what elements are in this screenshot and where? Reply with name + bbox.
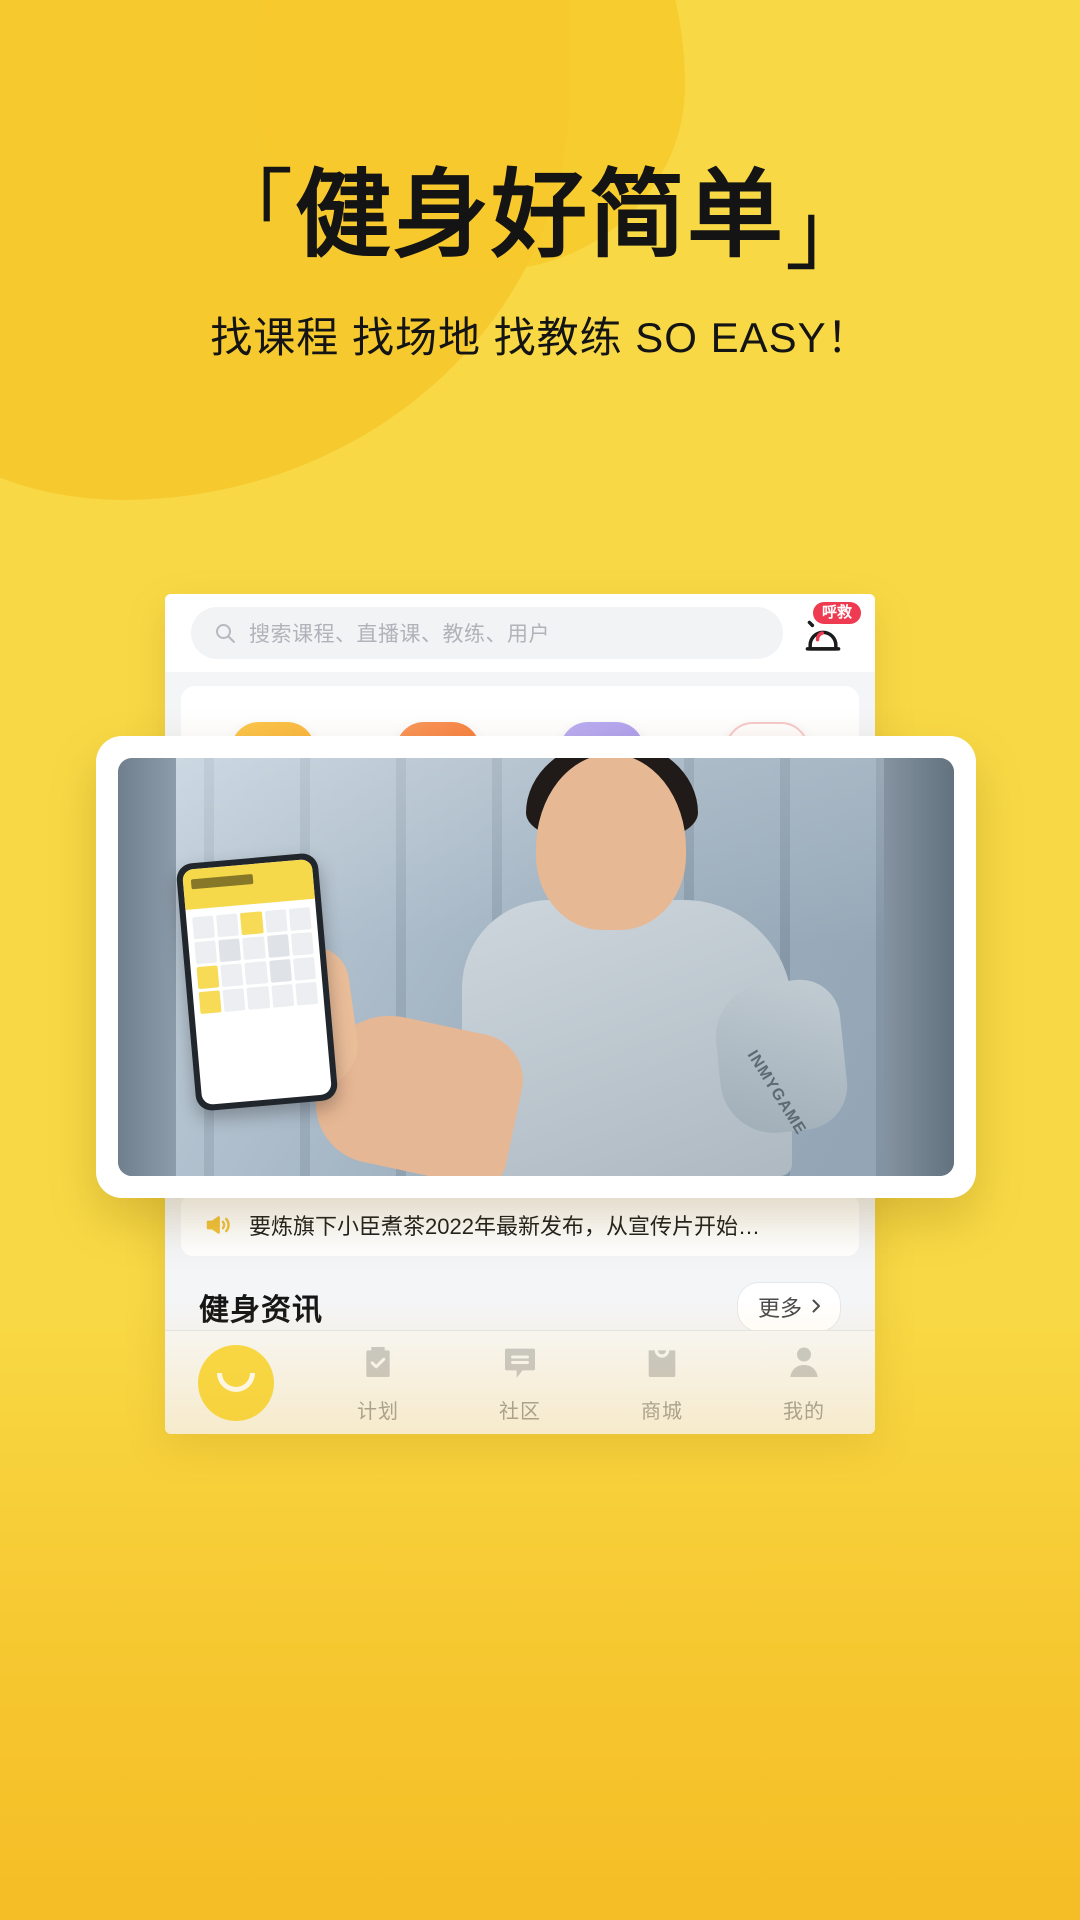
emergency-alarm-button[interactable]: 呼救 bbox=[797, 602, 861, 662]
grid-cell bbox=[268, 959, 292, 983]
photo-pillar-right bbox=[884, 758, 954, 1176]
grid-cell bbox=[216, 913, 240, 938]
background-bottom-gradient bbox=[0, 1300, 1080, 1920]
grid-cell bbox=[266, 934, 290, 958]
held-phone bbox=[175, 852, 339, 1112]
search-input[interactable]: 搜索课程、直播课、教练、用户 bbox=[191, 607, 783, 659]
grid-cell bbox=[194, 940, 218, 965]
photo-person: INMYGAME bbox=[175, 758, 852, 1176]
grid-cell bbox=[240, 911, 264, 936]
photo-pillar-left bbox=[118, 758, 176, 1176]
speaker-icon bbox=[203, 1210, 233, 1240]
announcement-text: 要炼旗下小臣煮茶2022年最新发布，从宣传片开始… bbox=[249, 1214, 760, 1239]
held-phone-schedule-grid bbox=[192, 907, 325, 1099]
held-phone-header bbox=[181, 858, 315, 910]
grid-cell bbox=[295, 981, 319, 1006]
grid-cell bbox=[218, 938, 242, 963]
grid-cell bbox=[292, 956, 316, 981]
screenshot-stage: 「健身好简单」 找课程 找场地 找教练 SO EASY！ 搜索课程、直播课、教练… bbox=[0, 0, 1080, 1920]
grid-cell bbox=[246, 986, 270, 1010]
page-title: 「健身好简单」 bbox=[0, 162, 1080, 280]
page-title-text: 健身好简单 bbox=[295, 162, 785, 269]
announcement-bar[interactable]: 要炼旗下小臣煮茶2022年最新发布，从宣传片开始… bbox=[181, 1194, 859, 1256]
grid-cell bbox=[192, 915, 216, 940]
search-placeholder: 搜索课程、直播课、教练、用户 bbox=[249, 623, 550, 646]
grid-cell bbox=[198, 990, 222, 1015]
alarm-badge-label: 呼救 bbox=[812, 602, 861, 624]
grid-cell bbox=[220, 963, 244, 988]
grid-cell bbox=[264, 909, 288, 933]
page-subtitle: 找课程 找场地 找教练 SO EASY！ bbox=[210, 313, 870, 361]
grid-cell bbox=[270, 983, 295, 1008]
grid-cell bbox=[244, 961, 268, 985]
grid-cell bbox=[288, 907, 312, 931]
hero-section: 「健身好简单」 找课程 找场地 找教练 SO EASY！ bbox=[0, 162, 1080, 365]
app-top-bar: 搜索课程、直播课、教练、用户 呼救 bbox=[165, 594, 875, 672]
grid-cell bbox=[242, 936, 266, 961]
quote-bracket-close: 」 bbox=[785, 186, 872, 280]
person-head bbox=[536, 758, 686, 930]
held-phone-screen bbox=[181, 858, 333, 1106]
grid-cell bbox=[290, 932, 314, 956]
hero-photo-card: INMYGAME bbox=[96, 736, 976, 1198]
search-icon bbox=[213, 621, 237, 645]
coach-photo: INMYGAME bbox=[118, 758, 954, 1176]
quote-bracket-open: 「 bbox=[208, 162, 295, 256]
grid-cell bbox=[222, 988, 246, 1012]
grid-cell bbox=[196, 965, 220, 990]
